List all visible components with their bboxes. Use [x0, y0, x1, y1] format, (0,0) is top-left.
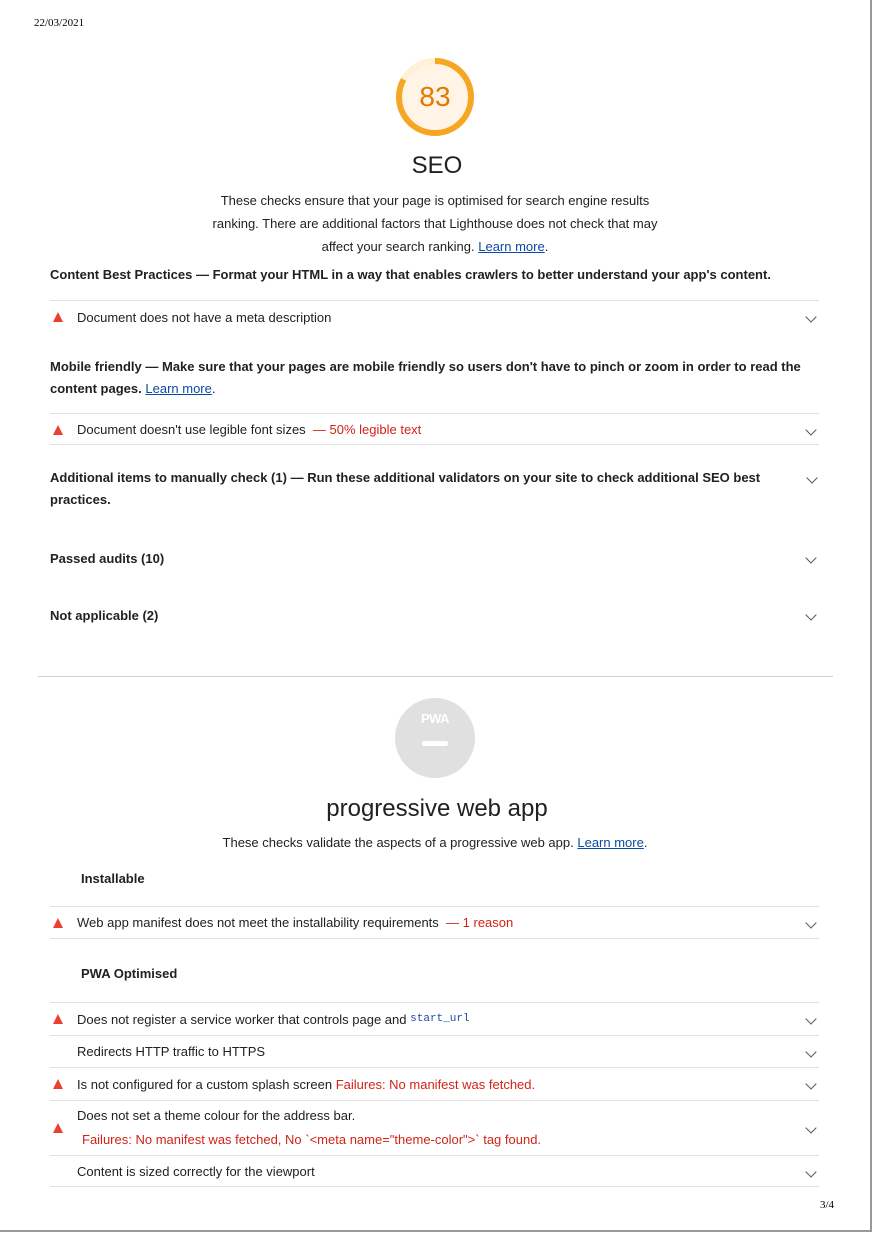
chevron-down-icon[interactable]	[805, 311, 817, 323]
warning-triangle-icon	[53, 1014, 63, 1024]
audit-theme-color[interactable]: Does not set a theme colour for the addr…	[50, 1100, 819, 1155]
warning-triangle-icon	[53, 312, 63, 322]
seo-score-gauge: 83	[395, 57, 475, 137]
mobile-friendly-header: Mobile friendly — Make sure that your pa…	[50, 359, 801, 396]
pwa-logo-text: PWA	[420, 711, 450, 726]
warning-triangle-icon	[53, 918, 63, 928]
code-start-url: start_url	[410, 1013, 470, 1025]
audit-viewport[interactable]: Content is sized correctly for the viewp…	[50, 1155, 819, 1187]
chevron-down-icon[interactable]	[805, 1122, 817, 1134]
audit-title: Content is sized correctly for the viewp…	[77, 1163, 315, 1179]
audit-title: Web app manifest does not meet the insta…	[77, 915, 514, 930]
chevron-down-icon[interactable]	[805, 552, 817, 564]
audit-splash-screen[interactable]: Is not configured for a custom splash sc…	[50, 1067, 819, 1100]
audit-title: Redirects HTTP traffic to HTTPS	[77, 1044, 266, 1059]
pwa-description: These checks validate the aspects of a p…	[222, 835, 648, 850]
audit-title: Is not configured for a custom splash sc…	[77, 1076, 536, 1092]
chevron-down-icon[interactable]	[806, 472, 818, 484]
pwa-optimised-header: PWA Optimised	[81, 966, 178, 981]
manual-check-header[interactable]: Additional items to manually check (1) —…	[50, 467, 775, 511]
audit-meta-description[interactable]: Document does not have a meta descriptio…	[50, 300, 819, 333]
warning-triangle-icon	[53, 1123, 63, 1133]
dash-icon	[422, 741, 448, 746]
chevron-down-icon[interactable]	[805, 1046, 817, 1058]
chevron-down-icon[interactable]	[805, 609, 817, 621]
chevron-down-icon[interactable]	[805, 917, 817, 929]
audit-redirects-https[interactable]: Redirects HTTP traffic to HTTPS	[50, 1035, 819, 1067]
section-divider	[38, 676, 833, 677]
audit-title: Does not register a service worker that …	[77, 1011, 470, 1027]
audit-failure-text: Failures: No manifest was fetched.	[335, 1076, 536, 1092]
installable-header: Installable	[81, 871, 145, 886]
audit-installable-manifest[interactable]: Web app manifest does not meet the insta…	[50, 906, 819, 939]
mobile-friendly-learn-more-link[interactable]: Learn more	[145, 381, 211, 396]
pwa-title: progressive web app	[326, 795, 548, 822]
audit-failure-text: Failures: No manifest was fetched, No `<…	[82, 1132, 542, 1147]
print-date: 22/03/2021	[34, 17, 85, 29]
passed-audits-toggle[interactable]: Passed audits (10)	[50, 551, 819, 566]
content-best-practices-header: Content Best Practices — Format your HTM…	[50, 267, 771, 282]
chevron-down-icon[interactable]	[805, 424, 817, 436]
audit-display-value: — 1 reason	[446, 915, 514, 930]
seo-learn-more-link[interactable]: Learn more	[478, 239, 544, 254]
warning-triangle-icon	[53, 425, 63, 435]
seo-description: These checks ensure that your page is op…	[212, 193, 658, 254]
seo-title: SEO	[411, 152, 463, 179]
page-number: 3/4	[819, 1199, 834, 1211]
pwa-badge: PWA	[395, 698, 475, 778]
seo-score-value: 83	[419, 81, 451, 112]
chevron-down-icon[interactable]	[805, 1166, 817, 1178]
audit-service-worker[interactable]: Does not register a service worker that …	[50, 1002, 819, 1035]
audit-legible-font-sizes[interactable]: Document doesn't use legible font sizes …	[50, 413, 819, 445]
audit-title: Does not set a theme colour for the addr…	[77, 1108, 356, 1123]
audit-title: Document doesn't use legible font sizes …	[77, 421, 422, 437]
pwa-learn-more-link[interactable]: Learn more	[577, 835, 643, 850]
chevron-down-icon[interactable]	[805, 1078, 817, 1090]
chevron-down-icon[interactable]	[805, 1013, 817, 1025]
warning-triangle-icon	[53, 1079, 63, 1089]
audit-title: Document does not have a meta descriptio…	[77, 309, 332, 325]
not-applicable-toggle[interactable]: Not applicable (2)	[50, 608, 819, 623]
audit-display-value: — 50% legible text	[312, 421, 422, 437]
